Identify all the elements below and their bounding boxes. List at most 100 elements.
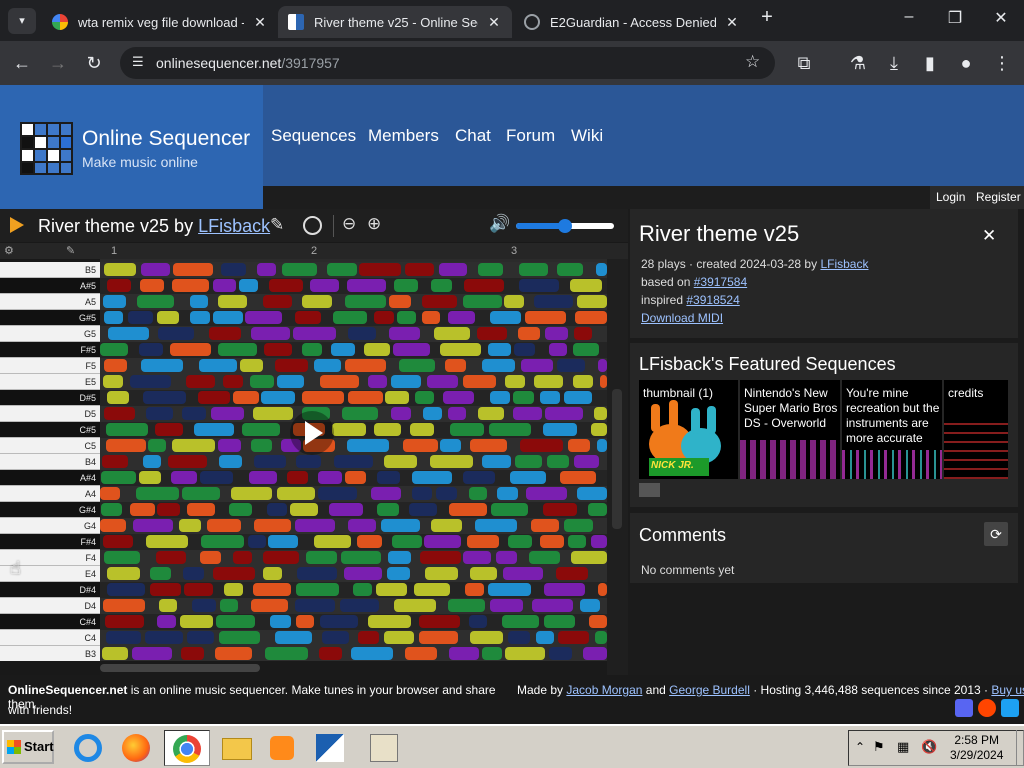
settings-icon[interactable]: ⚙ [4,244,14,257]
note-block[interactable] [181,487,220,500]
note-block[interactable] [219,599,238,612]
note-block[interactable] [547,455,570,468]
note-block[interactable] [464,583,484,596]
note-block[interactable] [261,391,296,404]
note-block[interactable] [410,423,435,436]
note-block[interactable] [150,567,172,580]
note-block[interactable] [218,343,258,356]
note-block[interactable] [332,311,367,324]
note-block[interactable] [221,263,247,276]
note-block[interactable] [343,567,382,580]
carousel-indicator[interactable] [639,483,660,497]
note-block[interactable] [171,471,198,484]
note-block[interactable] [154,423,183,436]
note-block[interactable] [340,599,380,612]
note-block[interactable] [567,535,586,548]
note-block[interactable] [508,535,533,548]
note-block[interactable] [103,407,135,420]
volume-icon[interactable]: 🔊 [489,214,510,234]
note-block[interactable] [302,295,333,308]
note-block[interactable] [251,439,273,452]
note-block[interactable] [171,279,209,292]
note-block[interactable] [353,583,373,596]
note-block[interactable] [424,535,462,548]
reload-icon[interactable]: ↻ [82,51,106,75]
piano-key[interactable]: C5 [0,438,100,454]
note-block[interactable] [533,295,573,308]
piano-key[interactable]: G#4 [0,502,100,518]
note-block[interactable] [576,295,607,308]
note-block[interactable] [490,503,528,516]
note-block[interactable] [462,551,491,564]
note-block[interactable] [404,647,437,660]
note-block[interactable] [173,263,214,276]
note-block[interactable] [101,647,128,660]
note-block[interactable] [364,343,390,356]
note-block[interactable] [396,311,416,324]
note-block[interactable] [598,583,607,596]
note-block[interactable] [217,439,241,452]
note-block[interactable] [384,391,409,404]
note-block[interactable] [596,263,607,276]
buy-link[interactable]: Buy us a [991,683,1024,697]
note-block[interactable] [340,551,381,564]
note-block[interactable] [262,295,292,308]
note-block[interactable] [277,375,305,388]
note-block[interactable] [394,599,437,612]
note-block[interactable] [557,263,584,276]
piano-key[interactable]: F5 [0,358,100,374]
note-block[interactable] [481,359,515,372]
piano-keys[interactable]: B5 A#5 A5 G#5 G5 F#5 F5 E5 D#5 D5 C#5 C5 B4 A#4 A4 G#4 G… [0,259,100,661]
pencil-icon[interactable]: ✎ [66,244,75,257]
piano-key[interactable]: F#5 [0,342,100,358]
note-block[interactable] [276,487,315,500]
reddit-icon[interactable] [978,699,996,717]
note-block[interactable] [102,295,126,308]
piano-key[interactable]: C4 [0,630,100,646]
note-block[interactable] [346,439,389,452]
note-block[interactable] [103,375,124,388]
note-block[interactable] [478,407,505,420]
note-block[interactable] [391,375,422,388]
note-block[interactable] [106,423,149,436]
note-block[interactable] [414,583,451,596]
file-explorer-icon[interactable] [218,730,256,766]
note-block[interactable] [542,503,577,516]
note-block[interactable] [528,551,560,564]
note-block[interactable] [275,631,313,644]
chrome-taskbar-icon[interactable] [164,730,210,766]
note-block[interactable] [181,407,206,420]
note-block[interactable] [331,423,366,436]
author1-link[interactable]: Jacob Morgan [566,683,642,697]
note-block[interactable] [595,631,607,644]
new-tab-icon[interactable]: + [752,6,782,29]
note-block[interactable] [359,263,402,276]
piano-key[interactable]: B3 [0,646,100,661]
piano-key[interactable]: A#5 [0,278,100,294]
nav-forum[interactable]: Forum [506,126,555,146]
note-block[interactable] [313,535,351,548]
note-block[interactable] [481,455,511,468]
note-block[interactable] [448,311,476,324]
volume-muted-icon[interactable]: 🔇 [921,739,937,755]
note-block[interactable] [156,503,180,516]
note-block[interactable] [475,519,518,532]
zoom-in-icon[interactable]: ⊕ [367,214,381,234]
note-block[interactable] [358,631,380,644]
note-block[interactable] [544,615,576,628]
tab-e2guardian[interactable]: E2Guardian - Access Denied ✕ [514,6,750,38]
show-desktop-button[interactable] [1016,730,1024,766]
flag-icon[interactable]: ⚑ [873,739,885,755]
note-block[interactable] [265,647,309,660]
close-tab-icon[interactable]: ✕ [252,14,268,31]
minimize-icon[interactable]: – [894,8,924,26]
note-block[interactable] [449,423,484,436]
note-block[interactable] [544,327,568,340]
note-block[interactable] [267,503,288,516]
piano-key[interactable]: B4 [0,454,100,470]
logo-block[interactable]: Online Sequencer Make music online [0,85,263,186]
note-block[interactable] [157,311,180,324]
note-block[interactable] [462,375,496,388]
note-block[interactable] [103,551,140,564]
note-block[interactable] [212,567,255,580]
